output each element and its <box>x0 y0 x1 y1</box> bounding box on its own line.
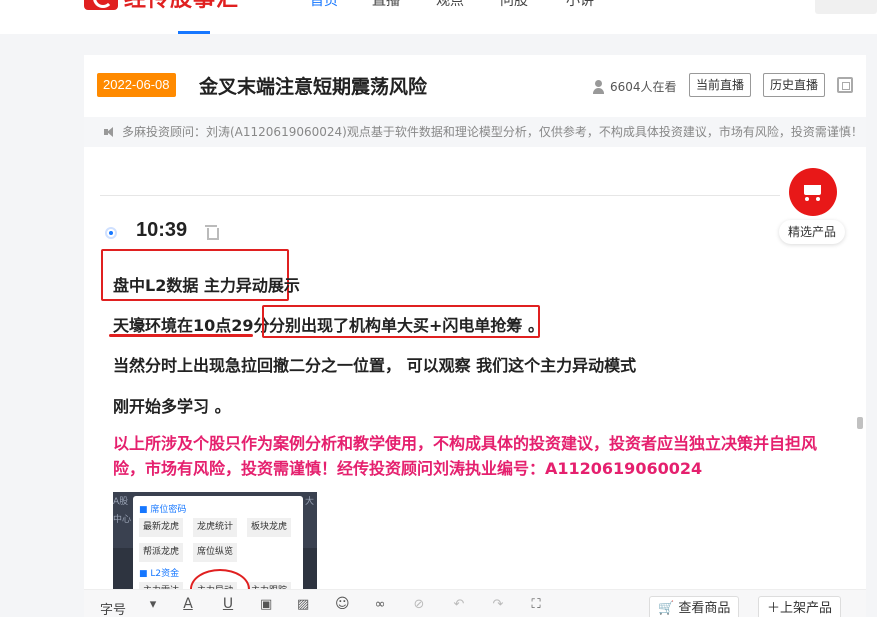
chip-gang-dragon: 帮派龙虎 <box>139 543 184 562</box>
link-icon[interactable]: ∞ <box>374 598 386 611</box>
unlink-icon[interactable]: ⊘ <box>413 598 425 611</box>
featured-products-label[interactable]: 精选产品 <box>779 220 845 244</box>
nav-active-indicator <box>178 31 210 34</box>
nav-item-home[interactable]: 首页 <box>310 0 338 10</box>
cart-button[interactable] <box>789 168 837 216</box>
entry-line-2b: 分别出现了机构单大买+闪电单抢筹 。 <box>269 316 544 335</box>
section-l2-funds: ■ L2资金 <box>139 569 180 579</box>
nav-item-live[interactable]: 直播 <box>372 0 400 10</box>
section-seat-code: ■ 席位密码 <box>139 505 187 515</box>
disclaimer-text: 多麻投资顾问：刘涛(A1120619060024)观点基于软件数据和理论模型分析… <box>122 125 863 139</box>
risk-warning: 以上所涉及个股只作为案例分析和教学使用，不构成具体的投资建议，投资者应当独立决策… <box>113 434 818 478</box>
chip-latest-dragon: 最新龙虎 <box>139 518 184 537</box>
live-post-card: 2022-06-08 金叉末端注意短期震荡风险 6604人在看 当前直播 历史直… <box>84 55 866 617</box>
entry-time: 10:39 <box>136 219 188 241</box>
nav-item-lecture[interactable]: 小讲 <box>566 0 594 10</box>
entry-line-3: 当然分时上出现急拉回撤二分之一位置， 可以观察 我们这个主力异动模式 <box>113 356 637 375</box>
fullscreen-icon[interactable] <box>837 77 853 93</box>
post-header: 2022-06-08 金叉末端注意短期震荡风险 6604人在看 当前直播 历史直… <box>84 55 866 117</box>
font-size-label[interactable]: 字号 <box>100 599 126 617</box>
underline-icon[interactable]: U <box>222 597 234 611</box>
image-edit-icon[interactable]: ▨ <box>297 598 309 611</box>
chevron-down-icon[interactable]: ▾ <box>147 598 159 611</box>
chip-seat-overview: 席位纵览 <box>193 543 238 562</box>
view-products-button[interactable]: 🛒 查看商品 <box>649 596 740 617</box>
strip-text-mid: 中心 <box>113 515 132 525</box>
date-badge: 2022-06-08 <box>97 73 176 97</box>
cart-small-icon: 🛒 <box>658 601 675 616</box>
current-live-button[interactable]: 当前直播 <box>689 73 752 97</box>
highlight-underline <box>109 334 253 337</box>
divider <box>100 195 780 196</box>
post-title: 金叉末端注意短期震荡风险 <box>199 76 428 98</box>
speaker-icon <box>104 127 118 137</box>
chip-sector-dragon: 板块龙虎 <box>247 518 292 537</box>
chip-dragon-stats: 龙虎统计 <box>193 518 238 537</box>
person-icon <box>592 79 606 94</box>
redo-icon[interactable]: ↷ <box>492 598 504 611</box>
entry-line-2a: 天壕环境在10点29分 <box>113 316 270 335</box>
viewer-count: 6604人在看 <box>592 78 677 95</box>
nav-item-views[interactable]: 观点 <box>436 0 464 10</box>
history-live-button[interactable]: 历史直播 <box>763 73 826 97</box>
font-color-icon[interactable]: A <box>182 597 194 611</box>
plus-icon: ＋ <box>767 601 781 616</box>
add-product-button[interactable]: ＋上架产品 <box>758 596 842 617</box>
nav-item-ask[interactable]: 问股 <box>500 0 528 10</box>
viewer-count-text: 6604人在看 <box>610 80 677 94</box>
trash-icon[interactable] <box>205 225 219 240</box>
add-product-label: 上架产品 <box>780 601 833 616</box>
logo-text: 经传股事汇 <box>124 0 239 13</box>
strip-text-right: 大 <box>305 497 315 507</box>
timeline-dot <box>105 227 117 239</box>
top-navigation: 经传股事汇 首页 直播 观点 问股 小讲 <box>0 0 877 34</box>
scrollbar-thumb[interactable] <box>857 417 863 429</box>
emoji-icon[interactable]: ☺ <box>335 597 350 611</box>
top-right-button[interactable] <box>815 0 877 14</box>
disclaimer-bar: 多麻投资顾问：刘涛(A1120619060024)观点基于软件数据和理论模型分析… <box>84 117 866 147</box>
view-products-label: 查看商品 <box>678 601 731 616</box>
image-icon[interactable]: ▣ <box>260 598 272 611</box>
entry-line-4: 刚开始多学习 。 <box>113 397 231 416</box>
expand-icon[interactable]: ⛶ <box>530 598 542 611</box>
entry-line-1: 盘中L2数据 主力异动展示 <box>113 276 300 295</box>
site-logo[interactable]: 经传股事汇 <box>84 0 239 12</box>
undo-icon[interactable]: ↶ <box>453 598 465 611</box>
cart-icon <box>801 182 825 202</box>
editor-toolbar: 字号 ▾ A U ▣ ▨ ☺ ∞ ⊘ ↶ ↷ ⛶ 🛒 查看商品 ＋上架产品 <box>84 589 866 617</box>
logo-icon <box>84 0 118 10</box>
strip-text-left: A股 <box>113 497 129 507</box>
